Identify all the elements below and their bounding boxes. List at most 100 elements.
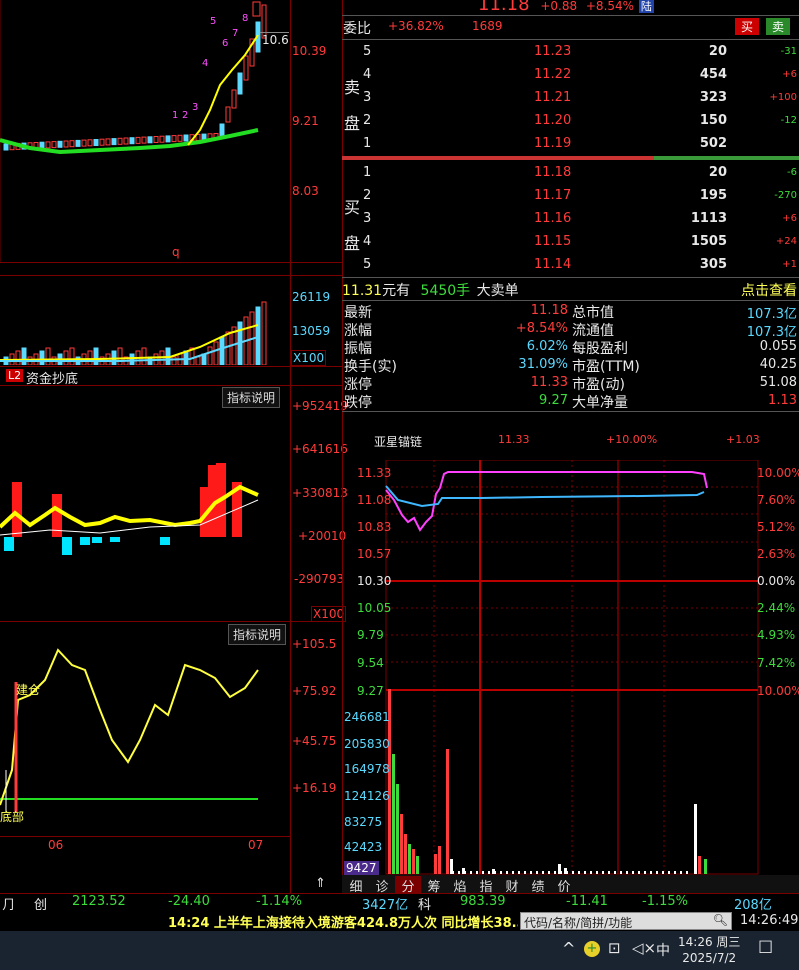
taskbar-clock[interactable]: 14:26 周三 2025/7/2 (678, 934, 740, 966)
bid-level: 3 (363, 211, 372, 226)
header-change-pct: +8.54% (585, 0, 635, 13)
intraday-tab[interactable]: 价 (551, 876, 577, 895)
intraday-volume-bar (416, 856, 419, 874)
quote-left-label: 涨幅 (344, 323, 372, 339)
bid-price: 11.15 (534, 234, 572, 249)
bid-volume: 20 (708, 165, 727, 180)
scroll-top-icon[interactable]: ⇑ (315, 876, 326, 891)
kline-candle (63, 140, 69, 148)
big-order-link[interactable]: 点击查看 (741, 280, 797, 300)
intraday-tab[interactable]: 细 (343, 876, 369, 895)
intraday-volume-bar (536, 871, 538, 874)
intraday-chart[interactable] (342, 460, 799, 875)
intraday-left-axis-label: 11.08 (357, 493, 392, 507)
intraday-volume-bar (686, 871, 688, 874)
index2-value: 983.39 (460, 894, 506, 909)
bid-row[interactable]: 3 11.16 1113 +6 (342, 208, 799, 231)
quote-left-value: 31.09% (518, 357, 568, 372)
intraday-tab[interactable]: 指 (473, 876, 499, 895)
intraday-volume-bar (644, 871, 646, 874)
news-bar: 14:24 上半年上海接待入境游客424.8万人次 同比增长38.5% 代码/名… (0, 911, 799, 931)
tray-chevron-up-icon[interactable]: ^ (562, 939, 575, 958)
ind2-label-jiancang: 建仓 (16, 683, 41, 697)
kline-candle (159, 135, 165, 143)
ask-row[interactable]: 5 11.23 20 -31 (342, 41, 799, 64)
intraday-tab[interactable]: 诊 (369, 876, 395, 895)
intraday-volume-bar (698, 856, 701, 874)
header-price: 11.18 (478, 0, 530, 15)
ind2-axis-2: +75.92 (292, 684, 337, 698)
big-order-row[interactable]: 11.31元有 5450手 大卖单 点击查看 (342, 280, 799, 300)
intraday-volume-bar (680, 871, 682, 874)
kline-candle (219, 123, 225, 137)
intraday-tab[interactable]: 绩 (525, 876, 551, 895)
kline-chart[interactable]: 1 23 4 5678 (0, 0, 290, 262)
kline-panel[interactable]: 123 4 5678 10.39 9.21 8.03 10.6 q 26119 13… (0, 0, 348, 893)
intraday-tab[interactable]: 筹 (421, 876, 447, 895)
intraday-left-axis-label: 11.33 (357, 466, 392, 480)
kline-candle (141, 136, 147, 144)
tray-app-icon[interactable]: + (584, 941, 600, 957)
kline-volume-bar (207, 346, 213, 365)
index1-pct: -1.14% (256, 894, 302, 909)
bid-row[interactable]: 4 11.15 1505 +24 (342, 231, 799, 254)
ask-price: 11.19 (534, 136, 572, 151)
ask-row[interactable]: 4 11.22 454 +6 (342, 64, 799, 87)
ime-indicator[interactable]: 中 (656, 940, 670, 960)
intraday-right-axis-label: 5.12% (757, 520, 796, 534)
ask-change: -31 (780, 46, 797, 57)
intraday-tab[interactable]: 财 (499, 876, 525, 895)
sell-button[interactable]: 卖 (766, 18, 791, 35)
notification-icon[interactable]: ☐ (758, 938, 773, 958)
indicator1-bar (80, 537, 90, 545)
intraday-tab[interactable]: 焰 (447, 876, 473, 895)
intraday-right-axis-label: 7.60% (757, 493, 796, 507)
quote-left-value: +8.54% (515, 321, 568, 336)
intraday-volume-bar (620, 871, 622, 874)
bid-row[interactable]: 2 11.17 195 -270 (342, 185, 799, 208)
weibi-value: +36.82% (388, 19, 444, 33)
volume-muted-icon[interactable]: ◁× (632, 939, 656, 957)
bid-row[interactable]: 5 11.14 305 +1 (342, 254, 799, 277)
kline-wave-number: 4 (202, 58, 208, 69)
intraday-left-axis-label: 9.54 (357, 656, 384, 670)
intraday-volume-bar (482, 871, 484, 874)
bid-price: 11.17 (534, 188, 572, 203)
intraday-volume-bar (638, 871, 640, 874)
indicator1-bar (110, 537, 120, 542)
quote-right-label: 市盈(TTM) (572, 359, 640, 375)
kline-volume-bar (141, 347, 147, 365)
search-input[interactable]: 代码/名称/简拼/功能 🔍︎ (520, 912, 732, 930)
bid-change: -6 (787, 167, 797, 178)
kline-candle (75, 139, 81, 147)
quote-left-label: 跌停 (344, 395, 372, 411)
intraday-volume-bar (584, 871, 586, 874)
intraday-volume-bar (542, 871, 544, 874)
market-tag: 陆 (638, 0, 654, 13)
ask-change: -12 (780, 115, 797, 126)
big-order-qty: 5450手 (420, 283, 471, 299)
kline-volume-bar (117, 347, 123, 365)
network-icon[interactable]: ⊡ (608, 939, 621, 957)
intraday-volume-bar (566, 871, 568, 874)
intraday-volume-bar (626, 871, 628, 874)
intraday-volume-bar (668, 871, 670, 874)
buy-button[interactable]: 买 (735, 18, 760, 35)
search-icon[interactable]: 🔍︎ (713, 913, 728, 927)
bid-change: +1 (782, 259, 797, 270)
kline-volume-bar (225, 331, 231, 365)
kline-candle (237, 72, 243, 95)
ask-row[interactable]: 1 11.19 502 (342, 133, 799, 156)
intraday-tab[interactable]: 分 (395, 876, 421, 895)
ask-change: +6 (782, 69, 797, 80)
intraday-volume-bar (560, 871, 562, 874)
ask-row[interactable]: 2 11.20 150 -12 (342, 110, 799, 133)
kline-wave-number: 8 (242, 13, 248, 24)
header-change: +0.88 (540, 0, 578, 13)
bid-row[interactable]: 1 11.18 20 -6 (342, 162, 799, 185)
taskbar-time: 14:26 周三 (678, 935, 741, 949)
kline-wave-number: 5 (210, 16, 216, 27)
ask-row[interactable]: 3 11.21 323 +100 (342, 87, 799, 110)
news-ticker[interactable]: 14:24 上半年上海接待入境游客424.8万人次 同比增长38.5% (168, 912, 518, 931)
ind1-unit: X100 (311, 606, 347, 622)
